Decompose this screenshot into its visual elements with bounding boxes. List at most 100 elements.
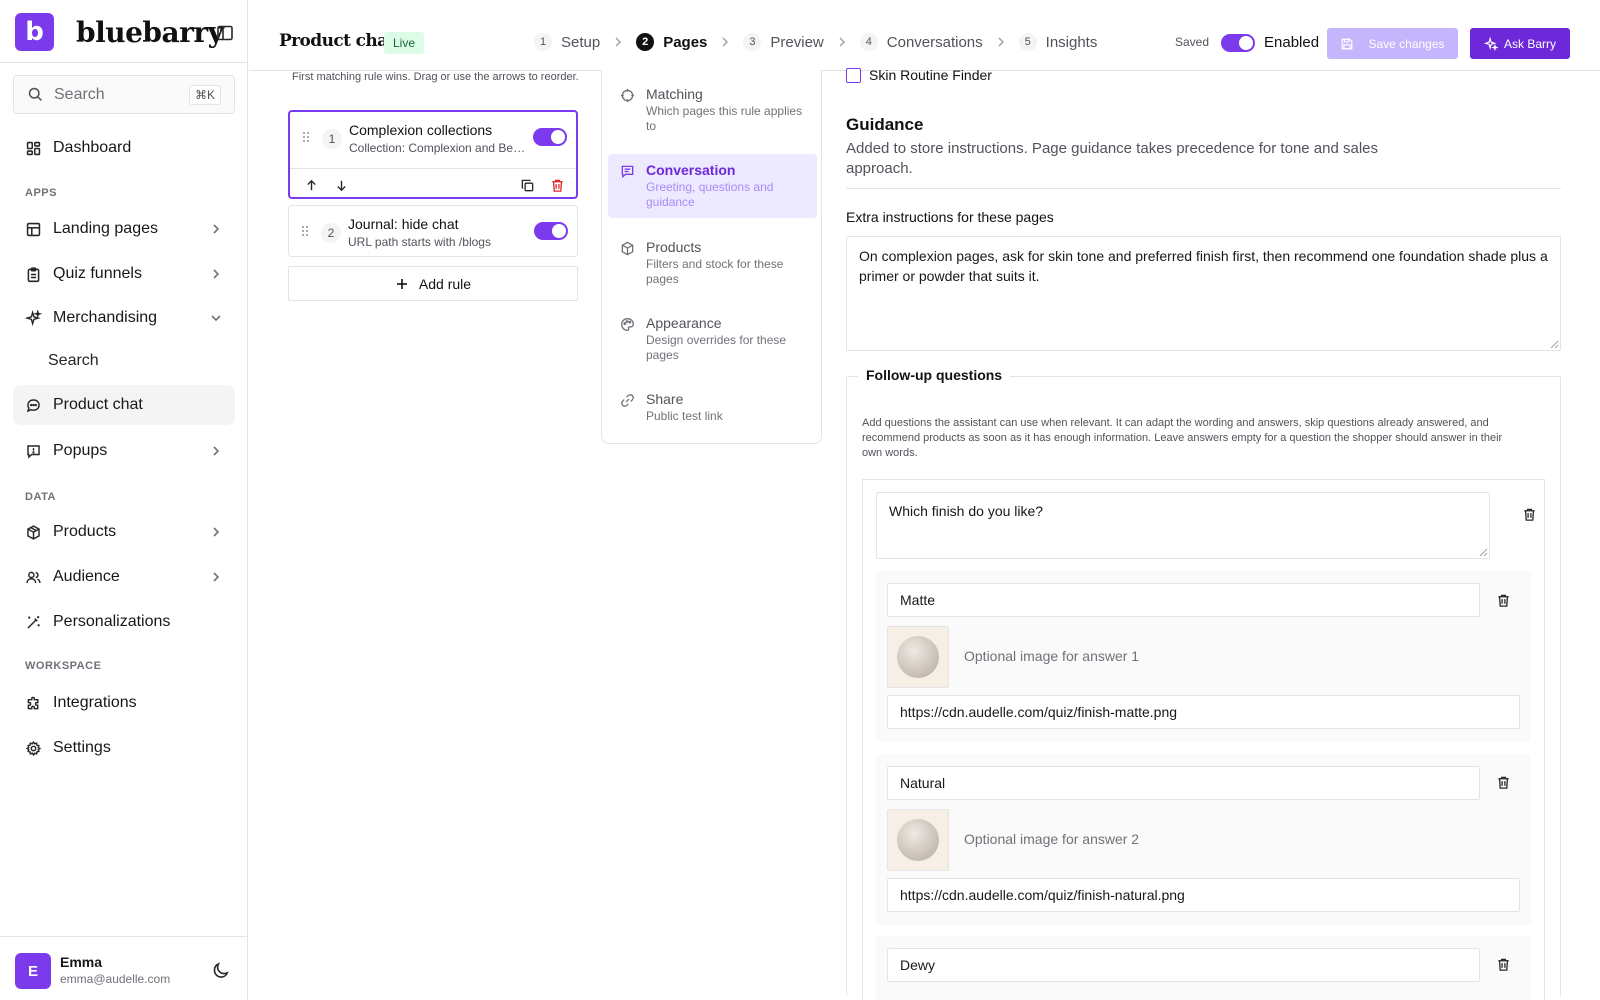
step-label: Insights — [1045, 33, 1098, 51]
stepper: 1 Setup 2 Pages 3 Preview 4 Conversation… — [534, 31, 1097, 53]
section-nav-conversation[interactable]: Conversation Greeting, questions and gui… — [608, 154, 817, 218]
trash-icon[interactable] — [1522, 507, 1537, 522]
chevron-right-icon — [209, 570, 223, 584]
step-pages[interactable]: 2 Pages — [636, 33, 707, 51]
section-nav-matching[interactable]: Matching Which pages this rule applies t… — [608, 78, 817, 142]
drag-handle-icon[interactable] — [300, 130, 312, 144]
section-nav-share[interactable]: Share Public test link — [608, 383, 817, 432]
rule-card[interactable]: 2 Journal: hide chat URL path starts wit… — [288, 205, 578, 257]
rule-enabled-toggle[interactable] — [534, 222, 568, 240]
user-menu[interactable]: E Emma emma@audelle.com — [0, 936, 247, 1000]
answer-image-url-input[interactable]: https://cdn.audelle.com/quiz/finish-matt… — [887, 695, 1520, 729]
sidebar-item-landing-pages[interactable]: Landing pages — [13, 209, 235, 249]
step-insights[interactable]: 5 Insights — [1018, 33, 1098, 51]
answer-label-input[interactable]: Dewy — [887, 948, 1480, 982]
chat-bubble-icon — [25, 397, 42, 414]
collapse-sidebar-icon[interactable] — [215, 23, 235, 43]
answer-card: Dewy — [876, 936, 1531, 1000]
rule-subtitle: Collection: Complexion and Beauty — [349, 141, 529, 155]
ask-barry-button[interactable]: Ask Barry — [1470, 28, 1570, 59]
rule-number: 2 — [321, 223, 341, 243]
trash-icon[interactable] — [1496, 775, 1511, 790]
sidebar-item-popups[interactable]: Popups — [13, 431, 235, 471]
chevron-right-icon — [719, 36, 731, 48]
sidebar-item-product-chat[interactable]: Product chat — [13, 385, 235, 425]
save-changes-button[interactable]: Save changes — [1327, 28, 1458, 59]
chevron-down-icon — [209, 311, 223, 325]
brand-logo[interactable]: b — [15, 13, 54, 51]
section-nav-appearance[interactable]: Appearance Design overrides for these pa… — [608, 307, 817, 371]
extra-instructions-textarea[interactable]: On complexion pages, ask for skin tone a… — [846, 236, 1561, 351]
question-textarea[interactable]: Which finish do you like? — [876, 492, 1490, 559]
sidebar-item-quiz-funnels[interactable]: Quiz funnels — [13, 254, 235, 294]
sidebar-item-personalizations[interactable]: Personalizations — [13, 602, 235, 642]
rules-hint: First matching rule wins. Drag or use th… — [292, 71, 579, 83]
funnel-checkbox-row[interactable]: Skin Routine Finder — [846, 67, 992, 83]
answer-image-picker[interactable] — [887, 626, 949, 688]
arrow-up-icon[interactable] — [304, 178, 319, 193]
brand-name: bluebarry — [76, 15, 224, 49]
answer-label-input[interactable]: Matte — [887, 583, 1480, 617]
add-rule-button[interactable]: Add rule — [288, 266, 578, 301]
answer-image-url-input[interactable]: https://cdn.audelle.com/quiz/finish-natu… — [887, 878, 1520, 912]
section-nav-desc: Greeting, questions and guidance — [646, 180, 774, 209]
resize-handle-icon[interactable] — [1549, 339, 1559, 349]
checkbox-label: Skin Routine Finder — [869, 67, 992, 83]
sidebar-item-dashboard[interactable]: Dashboard — [13, 128, 235, 168]
sidebar-subitem-search[interactable]: Search — [48, 352, 99, 370]
sidebar-item-label: Products — [53, 523, 117, 540]
rule-card[interactable]: 1 Complexion collections Collection: Com… — [288, 110, 578, 199]
sidebar-item-products[interactable]: Products — [13, 512, 235, 552]
sidebar-item-label: Quiz funnels — [53, 265, 142, 282]
drag-handle-icon[interactable] — [299, 224, 311, 238]
step-conversations[interactable]: 4 Conversations — [859, 33, 983, 51]
duplicate-icon[interactable] — [520, 178, 535, 193]
guidance-description: Added to store instructions. Page guidan… — [846, 140, 1379, 177]
sidebar-item-label: Integrations — [53, 694, 137, 711]
search-placeholder: Search — [54, 85, 105, 103]
enabled-toggle[interactable] — [1221, 34, 1255, 52]
section-nav-desc: Design overrides for these pages — [646, 333, 787, 362]
sidebar: b bluebarry Search ⌘K Dashboard APPS Lan… — [0, 0, 248, 1000]
resize-handle-icon[interactable] — [1478, 547, 1488, 557]
guidance-title: Guidance — [846, 115, 924, 134]
answer-image-picker[interactable] — [887, 809, 949, 871]
trash-icon[interactable] — [1496, 593, 1511, 608]
user-name: Emma — [60, 954, 103, 970]
sidebar-item-merchandising[interactable]: Merchandising — [13, 298, 235, 338]
users-icon — [25, 569, 42, 586]
section-nav-title: Matching — [646, 86, 703, 102]
rule-enabled-toggle[interactable] — [533, 128, 567, 146]
avatar[interactable]: E — [15, 953, 51, 989]
sidebar-search[interactable]: Search ⌘K — [13, 75, 235, 114]
step-preview[interactable]: 3 Preview — [743, 33, 824, 51]
answer-image-thumbnail — [897, 819, 939, 861]
box-icon — [620, 241, 635, 256]
section-nav-title: Appearance — [646, 315, 722, 331]
sidebar-item-audience[interactable]: Audience — [13, 557, 235, 597]
chevron-right-icon — [209, 525, 223, 539]
sidebar-item-label: Landing pages — [53, 220, 158, 237]
answer-label-input[interactable]: Natural — [887, 766, 1480, 800]
ask-barry-label: Ask Barry — [1503, 36, 1556, 51]
step-label: Setup — [561, 33, 601, 51]
dark-mode-moon-icon[interactable] — [212, 961, 231, 980]
trash-icon[interactable] — [550, 178, 565, 193]
enabled-label: Enabled — [1264, 34, 1320, 51]
step-setup[interactable]: 1 Setup — [534, 33, 600, 51]
answer-card: Matte Optional image for answer 1 https:… — [876, 571, 1531, 742]
checkbox[interactable] — [846, 67, 861, 83]
sidebar-item-integrations[interactable]: Integrations — [13, 683, 235, 723]
arrow-down-icon[interactable] — [334, 178, 349, 193]
section-nav-products[interactable]: Products Filters and stock for these pag… — [608, 231, 817, 295]
trash-icon[interactable] — [1496, 957, 1511, 972]
chat-icon — [620, 164, 635, 179]
clipboard-list-icon — [25, 266, 42, 283]
page-title: Product chat — [279, 31, 395, 51]
gear-icon — [25, 740, 42, 757]
section-apps: APPS — [25, 187, 57, 199]
followup-description: Add questions the assistant can use when… — [862, 417, 1503, 459]
target-icon — [620, 88, 635, 103]
section-nav-title: Conversation — [646, 162, 736, 178]
sidebar-item-settings[interactable]: Settings — [13, 728, 235, 768]
